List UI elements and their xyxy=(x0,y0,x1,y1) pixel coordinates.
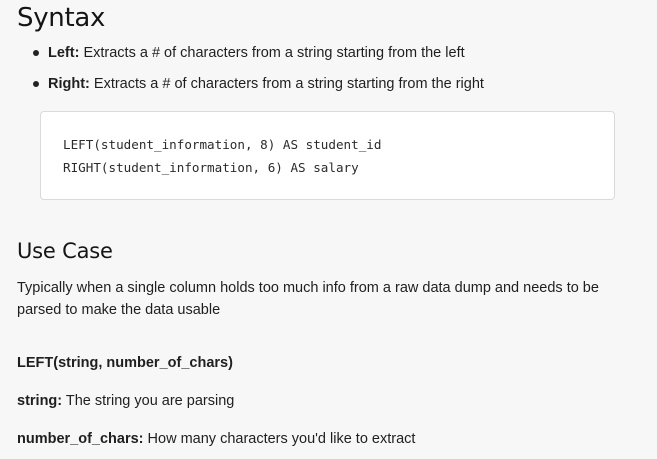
code-line: RIGHT(student_information, 6) AS salary xyxy=(63,160,359,175)
bullet-dot-icon xyxy=(33,81,39,87)
bullet-right: Right: Extracts a # of characters from a… xyxy=(0,72,640,96)
code-block[interactable]: LEFT(student_information, 8) AS student_… xyxy=(40,111,615,200)
code-line: LEFT(student_information, 8) AS student_… xyxy=(63,137,382,152)
bullet-term: Left: xyxy=(48,45,80,61)
use-case-paragraph: Typically when a single column holds too… xyxy=(17,280,599,318)
definition-term: string: xyxy=(17,393,63,409)
bullet-left: Left: Extracts a # of characters from a … xyxy=(0,41,640,65)
bullet-dot-icon xyxy=(33,50,39,56)
definition-text: The string you are parsing xyxy=(62,393,235,409)
bullet-text: Extracts a # of characters from a string… xyxy=(89,76,484,92)
definition-number-of-chars: number_of_chars: How many characters you… xyxy=(17,428,415,450)
bullet-term: Right: xyxy=(48,76,90,92)
definition-string: string: The string you are parsing xyxy=(17,390,234,412)
document-page: Syntax Left: Extracts a # of characters … xyxy=(0,0,657,459)
use-case-heading: Use Case xyxy=(17,239,113,263)
definition-term: number_of_chars: xyxy=(17,431,144,447)
definition-text: How many characters you'd like to extrac… xyxy=(143,431,416,447)
syntax-heading: Syntax xyxy=(17,3,106,33)
syntax-bullet-list: Left: Extracts a # of characters from a … xyxy=(0,41,640,103)
bullet-text: Extracts a # of characters from a string… xyxy=(79,45,465,61)
function-signature: LEFT(string, number_of_chars) xyxy=(17,355,233,371)
